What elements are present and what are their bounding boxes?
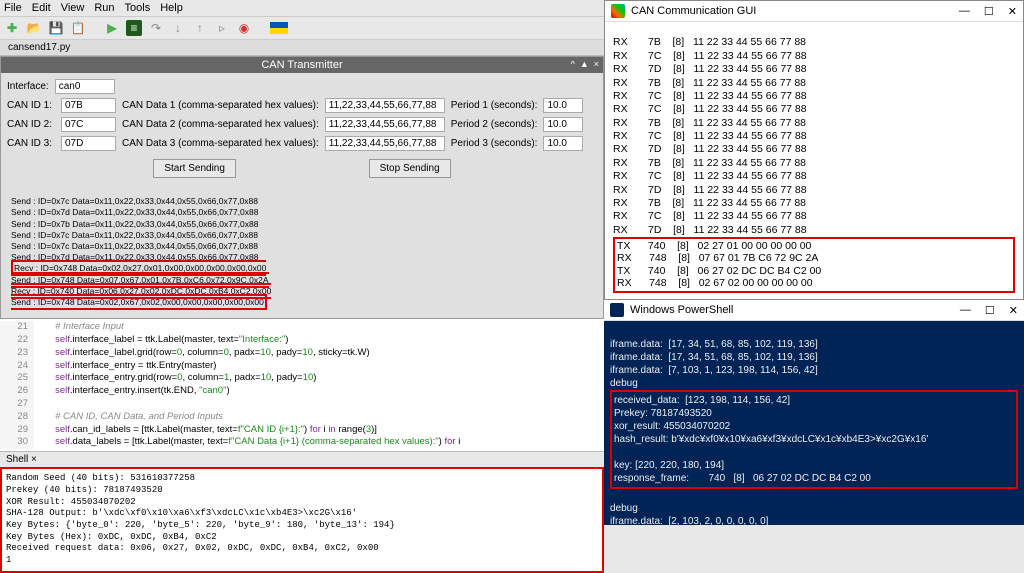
canid3-label: CAN ID 3: [7,138,55,149]
app-icon [611,4,625,18]
maximize-icon[interactable]: ☐ [985,304,995,317]
new-icon[interactable]: ✚ [4,20,20,36]
stop-sending-button[interactable]: Stop Sending [369,159,451,178]
step-over-icon[interactable]: ↷ [148,20,164,36]
powershell-title: Windows PowerShell [630,304,733,316]
maximize-icon[interactable]: ☐ [984,5,994,18]
canid1-label: CAN ID 1: [7,100,55,111]
candata3-label: CAN Data 3 (comma-separated hex values): [122,138,319,149]
candata2-label: CAN Data 2 (comma-separated hex values): [122,119,319,130]
can-gui-window: CAN Communication GUI — ☐ ✕ RX 7B [8] 11… [604,0,1024,300]
menu-file[interactable]: File [4,2,22,14]
can-gui-title: CAN Communication GUI [631,5,756,17]
period3-label: Period 3 (seconds): [451,138,538,149]
powershell-titlebar: Windows PowerShell — ☐ ✕ [604,300,1024,321]
open-icon[interactable]: 📂 [26,20,42,36]
period1-label: Period 1 (seconds): [451,100,538,111]
stop-icon[interactable]: ◉ [236,20,252,36]
start-sending-button[interactable]: Start Sending [153,159,236,178]
candata1-label: CAN Data 1 (comma-separated hex values): [122,100,319,111]
interface-input[interactable] [55,79,115,94]
canid2-input[interactable] [61,117,116,132]
interface-label: Interface: [7,81,49,92]
window-controls[interactable]: ^ ▲ × [571,59,599,69]
powershell-output: iframe.data: [17, 34, 51, 68, 85, 102, 1… [604,321,1024,532]
shell-output: Random Seed (40 bits): 531610377258 Prek… [0,467,604,573]
minimize-icon[interactable]: — [959,5,970,18]
candata2-input[interactable] [325,117,445,132]
toolbar: ✚ 📂 💾 📋 ▶ ≡ ↷ ↓ ↑ ▹ ◉ [0,17,604,40]
step-out-icon[interactable]: ↑ [192,20,208,36]
can-gui-titlebar: CAN Communication GUI — ☐ ✕ [605,1,1023,22]
can-gui-log: RX 7B [8] 11 22 33 44 55 66 77 88 RX 7C … [605,22,1023,295]
candata3-input[interactable] [325,136,445,151]
canid1-input[interactable] [61,98,116,113]
menu-edit[interactable]: Edit [32,2,51,14]
transmitter-log: Send : ID=0x7c Data=0x11,0x22,0x33,0x44,… [7,182,597,312]
canid3-input[interactable] [61,136,116,151]
menu-view[interactable]: View [61,2,85,14]
can-transmitter-title: CAN Transmitter ^ ▲ × [1,57,603,73]
close-icon[interactable]: ✕ [1008,5,1017,18]
candata1-input[interactable] [325,98,445,113]
powershell-window: Windows PowerShell — ☐ ✕ iframe.data: [1… [604,300,1024,525]
minimize-icon[interactable]: — [960,304,971,317]
editor-tab[interactable]: cansend17.py [0,40,604,56]
period2-label: Period 2 (seconds): [451,119,538,130]
menu-run[interactable]: Run [94,2,114,14]
transmitter-log-highlighted: Recv : ID=0x748 Data=0x02,0x27,0x01,0x00… [11,260,271,310]
save-icon[interactable]: 💾 [48,20,64,36]
can-gui-log-highlighted: TX 740 [8] 02 27 01 00 00 00 00 00 RX 74… [613,237,1015,293]
close-icon[interactable]: ✕ [1009,304,1018,317]
ide-window: File Edit View Run Tools Help ✚ 📂 💾 📋 ▶ … [0,0,604,525]
menu-tools[interactable]: Tools [125,2,151,14]
canid2-label: CAN ID 2: [7,119,55,130]
step-into-icon[interactable]: ↓ [170,20,186,36]
run-icon[interactable]: ▶ [104,20,120,36]
menu-help[interactable]: Help [160,2,183,14]
copy-icon[interactable]: 📋 [70,20,86,36]
can-transmitter-window: CAN Transmitter ^ ▲ × Interface: CAN ID … [0,56,604,319]
debug-icon[interactable]: ≡ [126,20,142,36]
period3-input[interactable] [543,136,583,151]
resume-icon[interactable]: ▹ [214,20,230,36]
shell-tab[interactable]: Shell × [0,451,604,467]
powershell-icon [610,303,624,317]
flag-icon[interactable] [270,22,288,34]
code-editor[interactable]: 21 # Interface Input22 self.interface_la… [0,319,604,451]
menubar: File Edit View Run Tools Help [0,0,604,17]
period2-input[interactable] [543,117,583,132]
powershell-output-highlighted: received_data: [123, 198, 114, 156, 42] … [610,390,1018,489]
period1-input[interactable] [543,98,583,113]
